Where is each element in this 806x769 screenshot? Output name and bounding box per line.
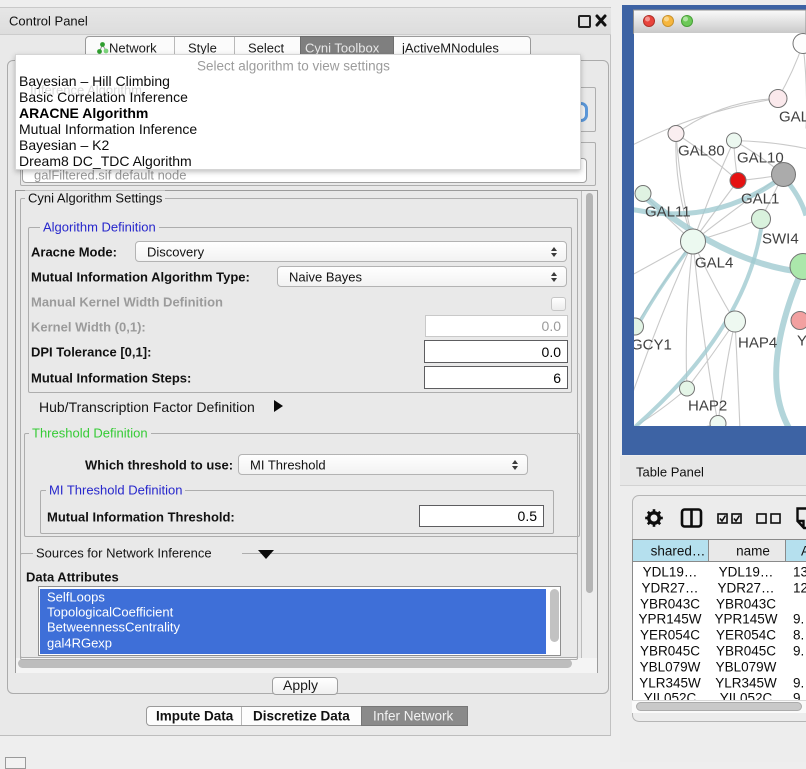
svg-text:HAP2: HAP2	[688, 398, 727, 415]
svg-text:GAL4: GAL4	[695, 255, 733, 272]
svg-text:SWI4: SWI4	[762, 231, 799, 248]
svg-text:HAP4: HAP4	[738, 335, 777, 352]
svg-text:GCY1: GCY1	[631, 337, 672, 354]
svg-text:GAL80: GAL80	[678, 143, 725, 160]
svg-text:GAL11: GAL11	[645, 204, 691, 221]
svg-text:GAL: GAL	[779, 109, 806, 126]
svg-text:Y: Y	[797, 333, 806, 350]
svg-text:GAL1: GAL1	[741, 191, 779, 208]
svg-text:GAL10: GAL10	[737, 150, 784, 167]
